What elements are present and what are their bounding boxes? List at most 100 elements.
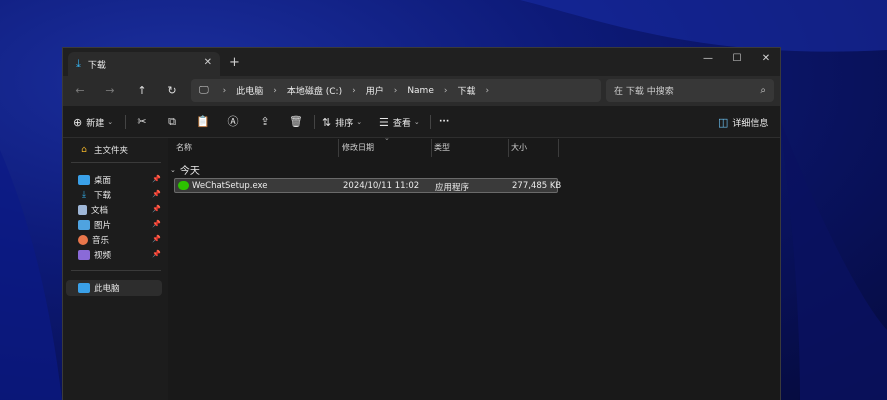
file-modified: 2024/10/11 11:02 [343, 181, 420, 191]
file-type: 应用程序 [435, 183, 470, 193]
music-icon [78, 235, 88, 245]
divider [314, 115, 315, 129]
pictures-icon [78, 220, 90, 230]
group-label: 今天 [179, 166, 200, 177]
more-options-button[interactable]: ··· [439, 114, 449, 130]
file-row[interactable]: WeChatSetup.exe 2024/10/11 11:02 应用程序 27… [174, 178, 561, 193]
divider [71, 162, 161, 163]
cut-icon[interactable]: ✂ [134, 114, 150, 130]
breadcrumb-users[interactable]: 用户 [366, 84, 384, 97]
pin-icon[interactable]: 📌 [152, 250, 161, 258]
sidebar-item-home[interactable]: ⌂ 主文件夹 [63, 142, 163, 158]
column-divider[interactable] [558, 139, 559, 157]
sidebar-item-label: 桌面 [94, 176, 112, 186]
address-bar[interactable]: 🖵 › 此电脑 › 本地磁盘 (C:) › 用户 › Name › 下载 › [191, 79, 601, 102]
pin-icon[interactable]: 📌 [152, 220, 161, 228]
column-header-size[interactable]: 大小 [511, 142, 527, 156]
sort-indicator-icon: ⌄ [384, 134, 390, 142]
pin-icon[interactable]: 📌 [152, 235, 161, 243]
chevron-down-icon: ⌄ [356, 118, 363, 126]
chevron-right-icon: › [485, 85, 490, 96]
video-icon [78, 250, 90, 260]
divider [125, 115, 126, 129]
sidebar-item-label: 图片 [94, 221, 112, 231]
divider [71, 270, 161, 271]
chevron-right-icon: › [222, 85, 227, 96]
rename-icon[interactable]: Ⓐ [225, 114, 241, 130]
document-icon [78, 205, 87, 215]
search-placeholder: 在 下载 中搜索 [614, 87, 674, 97]
breadcrumb-local-disk[interactable]: 本地磁盘 (C:) [287, 84, 342, 97]
column-header-type[interactable]: 类型 [434, 142, 450, 156]
details-label: 详细信息 [732, 118, 769, 129]
file-name: WeChatSetup.exe [192, 181, 268, 191]
chevron-right-icon: › [393, 85, 398, 96]
minimize-button[interactable]: — [696, 50, 720, 68]
chevron-right-icon: › [273, 85, 277, 96]
column-divider[interactable] [431, 139, 432, 157]
title-bar: ⤓ 下载 ✕ + — ☐ ✕ [63, 48, 780, 76]
sidebar-item-label: 文档 [91, 206, 109, 216]
details-pane-icon: ◫ [718, 115, 729, 129]
group-header-today[interactable]: ⌄ 今天 [170, 162, 200, 178]
sidebar-item-videos[interactable]: 视频 📌 [63, 247, 163, 263]
view-icon: ☰ [379, 115, 389, 129]
sort-button[interactable]: ⇅ 排序 ⌄ [322, 114, 362, 130]
chevron-right-icon: › [443, 85, 448, 96]
sidebar-item-label: 视频 [94, 251, 112, 261]
close-button[interactable]: ✕ [754, 50, 778, 68]
new-tab-button[interactable]: + [229, 55, 240, 70]
details-pane-button[interactable]: ◫ 详细信息 [718, 114, 768, 130]
column-header-modified[interactable]: 修改日期 [342, 142, 374, 156]
paste-icon[interactable]: 📋 [195, 114, 211, 130]
sidebar-item-desktop[interactable]: 桌面 📌 [63, 172, 163, 188]
tab-downloads[interactable]: ⤓ 下载 ✕ [68, 52, 220, 76]
breadcrumb-name[interactable]: Name [407, 86, 434, 96]
search-icon: ⌕ [760, 85, 766, 96]
download-icon: ⤓ [76, 57, 81, 70]
up-button[interactable]: ↑ [133, 82, 151, 100]
wechat-app-icon [178, 181, 189, 190]
sidebar-item-pictures[interactable]: 图片 📌 [63, 217, 163, 233]
pin-icon[interactable]: 📌 [152, 175, 161, 183]
delete-icon[interactable]: 🗑 [288, 114, 304, 130]
maximize-button[interactable]: ☐ [725, 50, 749, 68]
sidebar-item-music[interactable]: 音乐 📌 [63, 232, 163, 248]
command-bar: ⊕ 新建 ⌄ ✂ ⧉ 📋 Ⓐ ⇪ 🗑 ⇅ 排序 ⌄ ☰ 查看 ⌄ ··· ◫ 详… [63, 106, 780, 138]
forward-button[interactable]: → [101, 82, 119, 100]
desktop-icon [78, 175, 90, 185]
close-tab-icon[interactable]: ✕ [204, 57, 212, 68]
back-button[interactable]: ← [71, 82, 89, 100]
share-icon[interactable]: ⇪ [257, 114, 273, 130]
sort-icon: ⇅ [322, 115, 332, 129]
computer-icon [78, 283, 90, 293]
sort-label: 排序 [335, 118, 354, 129]
refresh-button[interactable]: ↻ [163, 82, 181, 100]
search-box[interactable]: 在 下载 中搜索 ⌕ [606, 79, 774, 102]
tab-title: 下载 [87, 60, 106, 71]
view-button[interactable]: ☰ 查看 ⌄ [379, 114, 420, 130]
view-label: 查看 [392, 118, 411, 129]
new-button[interactable]: ⊕ 新建 ⌄ [73, 114, 113, 130]
column-divider[interactable] [338, 139, 339, 157]
column-divider[interactable] [508, 139, 509, 157]
plus-circle-icon: ⊕ [73, 115, 83, 129]
pin-icon[interactable]: 📌 [152, 205, 161, 213]
chevron-down-icon: ⌄ [413, 118, 420, 126]
monitor-icon: 🖵 [199, 85, 209, 96]
new-label: 新建 [86, 118, 105, 129]
divider [430, 115, 431, 129]
sidebar-item-label: 此电脑 [94, 284, 120, 294]
sidebar-item-documents[interactable]: 文档 📌 [63, 202, 163, 218]
pin-icon[interactable]: 📌 [152, 190, 161, 198]
breadcrumb-this-pc[interactable]: 此电脑 [236, 84, 263, 97]
sidebar-item-this-pc[interactable]: 此电脑 [66, 280, 162, 296]
chevron-down-icon: ⌄ [170, 165, 176, 174]
copy-icon[interactable]: ⧉ [164, 114, 180, 130]
chevron-down-icon: ⌄ [107, 118, 114, 126]
file-explorer-window: ⤓ 下载 ✕ + — ☐ ✕ ← → ↑ ↻ 🖵 › 此电脑 › 本地磁盘 (C… [62, 47, 781, 400]
breadcrumb-downloads[interactable]: 下载 [457, 84, 475, 97]
column-header-name[interactable]: 名称 [176, 142, 192, 156]
sidebar-item-downloads[interactable]: ⤓ 下载 📌 [63, 187, 163, 203]
sidebar-item-label: 主文件夹 [94, 146, 129, 156]
